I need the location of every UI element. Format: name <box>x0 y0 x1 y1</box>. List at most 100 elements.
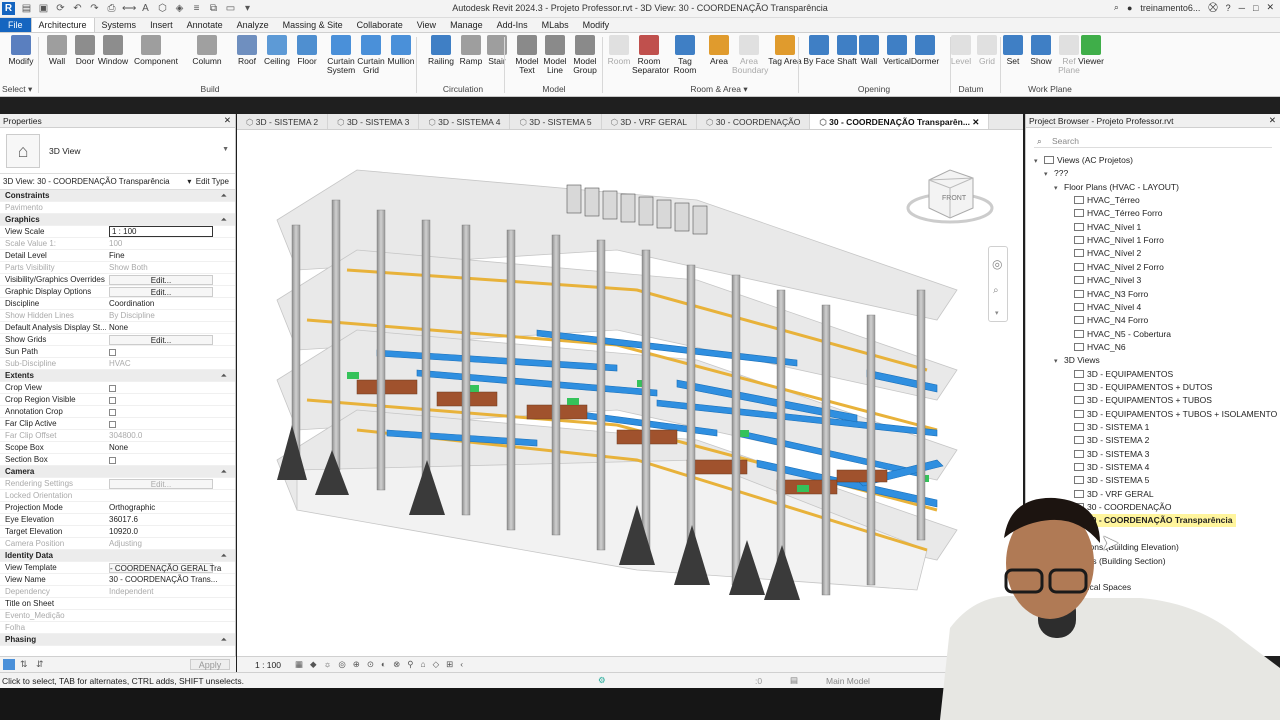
cube-face[interactable] <box>928 169 974 219</box>
browser-view-item[interactable]: HVAC_Nível 2 <box>1064 247 1141 260</box>
property-checkbox[interactable] <box>109 421 116 428</box>
revit-logo[interactable]: R <box>2 2 15 15</box>
customize-qat-icon[interactable]: ▾ <box>241 2 254 15</box>
measure-icon[interactable]: ⟷ <box>122 2 136 15</box>
view-tab[interactable]: ⬡ 3D - SISTEMA 4 <box>419 114 511 129</box>
tool-floor-button[interactable]: Floor <box>290 35 324 66</box>
property-input[interactable]: 1 : 100 <box>109 226 213 237</box>
ribbon-tab-annotate[interactable]: Annotate <box>180 18 230 32</box>
tool-tag-area-button[interactable]: Tag Area <box>768 35 802 66</box>
view-tab[interactable]: ⬡ 3D - SISTEMA 3 <box>328 114 420 129</box>
ribbon-tab-mlabs[interactable]: MLabs <box>535 18 576 32</box>
browser-tree-node[interactable]: ▾ Views (AC Projetos) <box>1034 154 1133 167</box>
browser-view-item[interactable]: 3D - SISTEMA 1 <box>1064 421 1149 434</box>
cart-icon[interactable]: ⛒ <box>1208 2 1217 13</box>
property-group-header[interactable]: Graphics ⏶ <box>0 214 235 226</box>
property-checkbox[interactable] <box>109 397 116 404</box>
ribbon-tab-modify[interactable]: Modify <box>576 18 617 32</box>
browser-view-item[interactable]: HVAC_Nível 3 <box>1064 274 1141 287</box>
browser-view-item[interactable]: 3D - SISTEMA 2 <box>1064 434 1149 447</box>
close-icon[interactable]: ✕ <box>970 117 979 127</box>
tool-railing-button[interactable]: Railing <box>424 35 458 66</box>
tool-area-button[interactable]: Area <box>702 35 736 66</box>
account-icon[interactable]: ● <box>1127 3 1132 13</box>
redo-icon[interactable]: ↷ <box>88 2 101 15</box>
ribbon-tab-file[interactable]: File <box>0 18 31 32</box>
sort-icon[interactable]: ⇵ <box>36 659 44 670</box>
collapse-icon[interactable]: ⏶ <box>106 190 235 201</box>
design-options-icon[interactable]: ▤ <box>790 675 798 686</box>
property-value[interactable]: Coordination <box>106 298 235 309</box>
view-scale[interactable]: 1 : 100 <box>255 660 281 670</box>
tool-curtain-system-button[interactable]: Curtain System <box>324 35 358 75</box>
browser-view-item[interactable]: HVAC_N5 - Cobertura <box>1064 328 1171 341</box>
collapse-icon[interactable]: ⏶ <box>106 370 235 381</box>
browser-view-item[interactable]: HVAC_Nível 2 Forro <box>1064 261 1164 274</box>
property-group-header[interactable]: Phasing ⏶ <box>0 634 235 646</box>
browser-view-item[interactable]: 3D - SISTEMA 5 <box>1064 474 1149 487</box>
property-checkbox[interactable] <box>109 385 116 392</box>
property-value[interactable]: 10920.0 <box>106 526 235 537</box>
browser-view-item[interactable]: HVAC_Nível 4 <box>1064 301 1141 314</box>
property-group-header[interactable]: Constraints ⏶ <box>0 190 235 202</box>
property-edit-button[interactable]: Edit... <box>109 335 213 345</box>
tool-room-button[interactable]: Room <box>602 35 636 66</box>
maximize-button[interactable]: □ <box>1253 3 1258 13</box>
view-tab[interactable]: ⬡ 3D - SISTEMA 5 <box>510 114 602 129</box>
browser-view-item[interactable]: 3D - EQUIPAMENTOS + TUBOS + ISOLAMENTO <box>1064 408 1277 421</box>
3d-view-icon[interactable]: ⬡ <box>156 2 169 15</box>
edit-type-button[interactable]: ▾ Edit Type <box>187 177 229 186</box>
property-edit-button[interactable]: Edit... <box>109 287 213 297</box>
property-value[interactable]: 30 - COORDENAÇÃO Trans... <box>106 574 235 585</box>
collapse-icon[interactable]: ⏶ <box>106 550 235 561</box>
sync-icon[interactable]: ⟳ <box>54 2 67 15</box>
property-edit-button[interactable]: - COORDENAÇÃO GERAL Tra <box>109 563 221 573</box>
tool-area-boundary-button[interactable]: Area Boundary <box>732 35 768 75</box>
property-edit-button[interactable]: Edit... <box>109 479 213 489</box>
tool-modify-button[interactable]: Modify <box>4 35 38 66</box>
ribbon-tab-architecture[interactable]: Architecture <box>30 18 95 32</box>
ribbon-tab-manage[interactable]: Manage <box>443 18 490 32</box>
zoom-icon[interactable]: ⌕ <box>993 285 999 296</box>
tool-dormer-button[interactable]: Dormer <box>908 35 942 66</box>
browser-view-item[interactable]: 3D - EQUIPAMENTOS + TUBOS <box>1064 394 1212 407</box>
minimize-button[interactable]: ─ <box>1239 3 1245 13</box>
tool-ceiling-button[interactable]: Ceiling <box>260 35 294 66</box>
collapse-icon[interactable]: ⏶ <box>106 466 235 477</box>
expand-toggle-icon[interactable]: ▾ <box>1054 355 1064 368</box>
section-icon[interactable]: ◈ <box>173 2 186 15</box>
browser-view-item[interactable]: HVAC_Nível 1 <box>1064 221 1141 234</box>
view-control-icons[interactable]: ▦◆☼◎⊕⊙◐⊗⚲⌂◇⊞‹ <box>295 659 470 670</box>
property-value[interactable]: 36017.6 <box>106 514 235 525</box>
tool-model-group-button[interactable]: Model Group <box>568 35 602 75</box>
ribbon-tab-insert[interactable]: Insert <box>143 18 180 32</box>
apply-button[interactable]: Apply <box>190 659 230 670</box>
tool-room-separator-button[interactable]: Room Separator <box>632 35 669 75</box>
ribbon-tab-view[interactable]: View <box>410 18 443 32</box>
ribbon-tab-systems[interactable]: Systems <box>95 18 144 32</box>
browser-view-item[interactable]: HVAC_N3 Forro <box>1064 288 1148 301</box>
viewcube[interactable]: FRONT <box>905 168 995 230</box>
ribbon-tab-analyze[interactable]: Analyze <box>230 18 276 32</box>
close-hidden-icon[interactable]: ⧉ <box>207 2 220 15</box>
tool-viewer-button[interactable]: Viewer <box>1074 35 1108 66</box>
print-icon[interactable]: ⎙ <box>105 2 118 15</box>
save-icon[interactable]: ▣ <box>37 2 50 15</box>
browser-view-item[interactable]: HVAC_N6 <box>1064 341 1126 354</box>
view-tab[interactable]: ⬡ 30 - COORDENAÇÃO <box>697 114 811 129</box>
property-group-header[interactable]: Identity Data ⏶ <box>0 550 235 562</box>
property-edit-button[interactable]: Edit... <box>109 275 213 285</box>
view-tab[interactable]: ⬡ 3D - SISTEMA 2 <box>237 114 329 129</box>
ribbon-group-label[interactable]: Select ▾ <box>2 84 36 95</box>
tool-model-line-button[interactable]: Model Line <box>538 35 572 75</box>
filter-icon[interactable]: ⇅ <box>20 659 28 670</box>
tool-mullion-button[interactable]: Mullion <box>384 35 418 66</box>
browser-tree-node[interactable]: ▾ Floor Plans (HVAC - LAYOUT) <box>1054 181 1179 194</box>
expand-toggle-icon[interactable]: ▾ <box>1044 168 1054 181</box>
property-group-header[interactable]: Extents ⏶ <box>0 370 235 382</box>
tool-stair-button[interactable]: Stair <box>480 35 514 66</box>
chevron-down-icon[interactable]: ▼ <box>222 146 229 153</box>
ribbon-tab-collaborate[interactable]: Collaborate <box>350 18 410 32</box>
property-checkbox[interactable] <box>109 349 116 356</box>
property-value[interactable] <box>106 598 235 609</box>
